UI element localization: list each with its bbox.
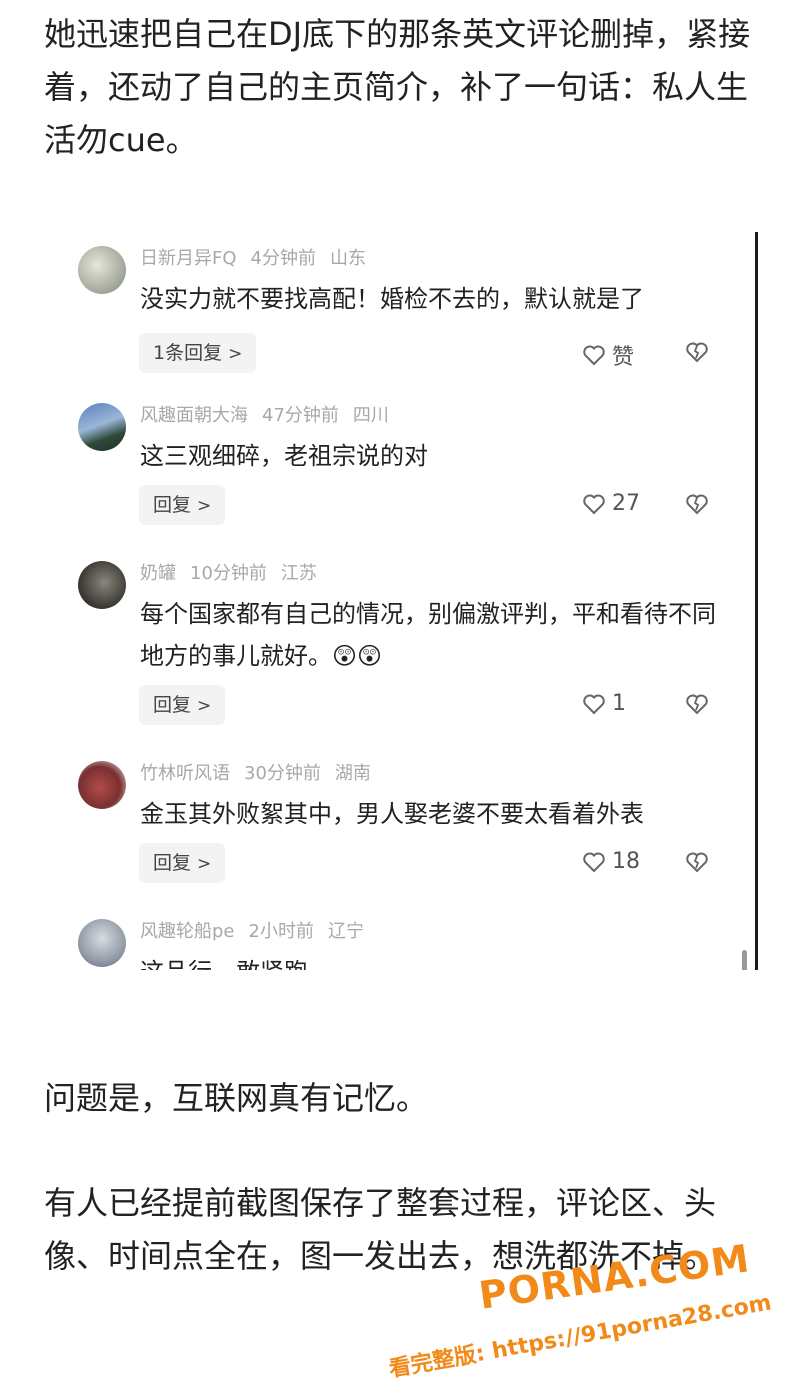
comment-text: 这品行，敢紧跑 — [140, 951, 730, 970]
comment-username[interactable]: 奶罐 — [140, 563, 176, 584]
avatar[interactable] — [78, 561, 126, 609]
comment-time: 10分钟前 — [190, 563, 267, 584]
like-button[interactable]: 1 — [582, 691, 626, 716]
chevron-right-icon: > — [197, 496, 212, 516]
comment-username[interactable]: 风趣轮船pe — [140, 921, 235, 942]
heart-outline-icon — [583, 345, 605, 366]
comment-meta: 奶罐 10分钟前 江苏 — [140, 559, 331, 585]
comment-screenshot: 日新月异FQ 4分钟前 山东 没实力就不要找高配！婚检不去的，默认就是了 1条回复 >… — [42, 232, 758, 970]
comment-meta: 竹林听风语 30分钟前 湖南 — [140, 759, 385, 785]
broken-heart-icon[interactable] — [685, 851, 709, 873]
comment-meta: 风趣面朝大海 47分钟前 四川 — [140, 401, 403, 427]
scrollbar[interactable] — [742, 950, 747, 970]
comment-text: 这三观细碎，老祖宗说的对 — [140, 442, 428, 470]
comment-meta: 日新月异FQ 4分钟前 山东 — [140, 244, 380, 270]
reply-button[interactable]: 回复 > — [139, 843, 226, 883]
broken-heart-icon[interactable] — [685, 341, 709, 363]
comment-text: 金玉其外败絮其中，男人娶老婆不要太看着外表 — [140, 800, 644, 828]
like-count: 赞 — [612, 345, 635, 370]
comment-time: 4分钟前 — [250, 248, 316, 269]
comment-location: 山东 — [329, 248, 366, 269]
comment-location: 四川 — [352, 405, 389, 426]
article-paragraph-1: 她迅速把自己在DJ底下的那条英文评论删掉，紧接着，还动了自己的主页简介，补了一句… — [44, 15, 751, 159]
like-count: 27 — [612, 491, 640, 516]
avatar[interactable] — [78, 246, 126, 294]
comment-time: 47分钟前 — [262, 405, 339, 426]
comment-username[interactable]: 日新月异FQ — [140, 248, 237, 269]
comment-text: 没实力就不要找高配！婚检不去的，默认就是了 — [140, 285, 644, 313]
comment-time: 30分钟前 — [244, 763, 321, 784]
chevron-right-icon: > — [197, 854, 212, 874]
comment-meta: 风趣轮船pe 2小时前 辽宁 — [140, 917, 378, 943]
like-button[interactable]: 赞 — [582, 339, 634, 371]
comment-username[interactable]: 风趣面朝大海 — [140, 405, 248, 426]
avatar[interactable] — [78, 919, 126, 967]
comment-text: 每个国家都有自己的情况，别偏激评判，平和看待不同地方的事儿就好。😲😲 — [140, 600, 716, 670]
comment-location: 湖南 — [334, 763, 371, 784]
heart-outline-icon — [583, 852, 605, 872]
reply-label: 1条回复 — [153, 342, 223, 364]
broken-heart-icon[interactable] — [685, 493, 709, 515]
like-count: 18 — [612, 849, 640, 874]
chevron-right-icon: > — [197, 696, 212, 716]
reply-button[interactable]: 1条回复 > — [139, 333, 257, 373]
comment-location: 江苏 — [280, 563, 317, 584]
comment-username[interactable]: 竹林听风语 — [140, 763, 230, 784]
reply-label: 回复 — [153, 494, 192, 516]
like-button[interactable]: 18 — [582, 849, 640, 874]
reply-label: 回复 — [153, 694, 192, 716]
avatar[interactable] — [78, 761, 126, 809]
broken-heart-icon[interactable] — [685, 693, 709, 715]
heart-outline-icon — [583, 694, 605, 714]
reply-button[interactable]: 回复 > — [139, 685, 226, 725]
article-paragraph-2: 问题是，互联网真有记忆。 — [44, 1079, 429, 1117]
comment-location: 辽宁 — [327, 921, 364, 942]
reply-button[interactable]: 回复 > — [139, 485, 226, 525]
like-button[interactable]: 27 — [582, 491, 640, 516]
like-count: 1 — [612, 691, 626, 716]
chevron-right-icon: > — [228, 344, 243, 364]
avatar[interactable] — [78, 403, 126, 451]
reply-label: 回复 — [153, 852, 192, 874]
comment-time: 2小时前 — [248, 921, 314, 942]
heart-outline-icon — [583, 494, 605, 514]
